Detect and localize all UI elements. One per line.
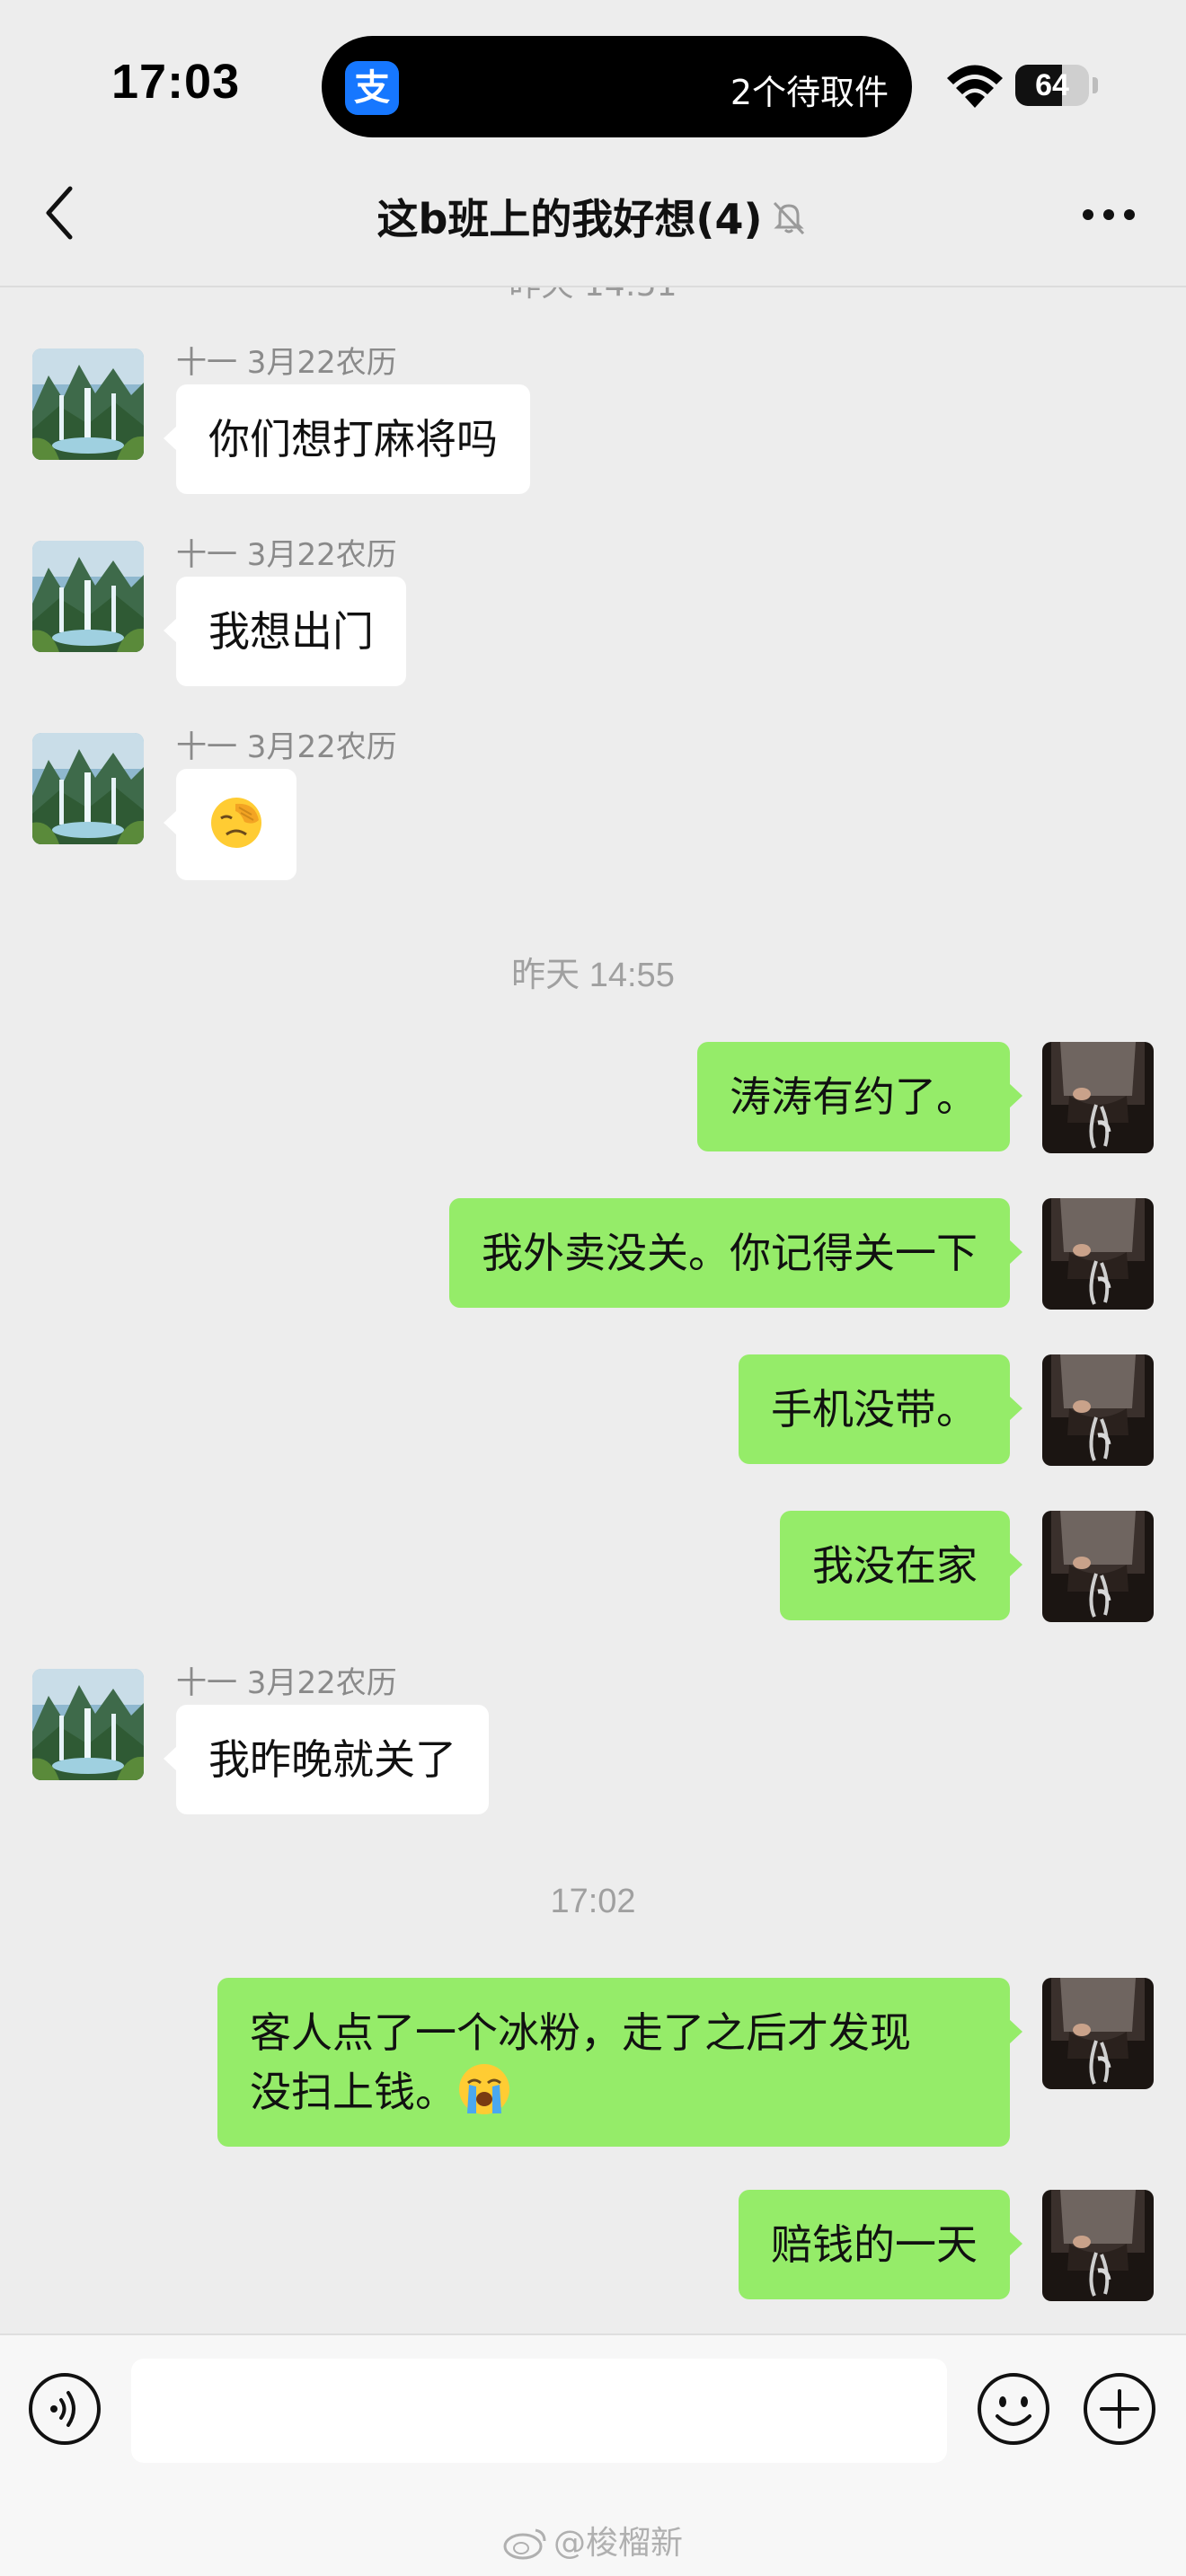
avatar[interactable] [32, 1669, 144, 1780]
battery-cap [1093, 77, 1098, 93]
smiley-icon[interactable] [976, 2371, 1051, 2447]
outgoing-message[interactable]: 涛涛有约了。 [697, 1042, 1022, 1151]
avatar[interactable] [1042, 2190, 1154, 2301]
outgoing-message[interactable]: 手机没带。 [739, 1354, 1022, 1464]
battery-percent: 64 [1035, 68, 1069, 102]
avatar[interactable] [32, 348, 144, 460]
message-line-text: 没扫上钱。 [250, 2068, 456, 2116]
avatar[interactable] [1042, 1354, 1154, 1466]
sender-name: 十一 3月22农历 [176, 537, 397, 573]
input-bar: @梭榴新 [0, 2333, 1186, 2576]
ellipsis-icon[interactable] [1082, 208, 1136, 221]
outgoing-message[interactable]: 我没在家 [780, 1511, 1022, 1620]
bell-slash-icon [774, 201, 805, 235]
avatar[interactable] [32, 541, 144, 652]
avatar[interactable] [1042, 1511, 1154, 1622]
outgoing-message[interactable]: 赔钱的一天 [739, 2190, 1022, 2299]
island-notification-text: 2个待取件 [730, 73, 889, 112]
timestamp: 昨天 14:55 [511, 957, 675, 994]
nav-bar: 这b班上的我好想(4) [0, 144, 1186, 287]
sender-name: 十一 3月22农历 [176, 345, 397, 381]
battery-icon: 64 [1015, 65, 1089, 106]
watermark: @梭榴新 [0, 2517, 1186, 2563]
voice-icon[interactable] [27, 2371, 102, 2447]
weibo-icon [503, 2528, 546, 2560]
incoming-message[interactable]: 我想出门 [164, 577, 406, 686]
avatar[interactable] [1042, 1978, 1154, 2089]
sender-name: 十一 3月22农历 [176, 729, 397, 765]
avatar[interactable] [32, 733, 144, 844]
outgoing-message[interactable]: 客人点了一个冰粉，走了之后才发现 没扫上钱。 [217, 1978, 1022, 2147]
facepalm-emoji [211, 798, 261, 848]
loudly-crying-emoji [459, 2064, 509, 2114]
timestamp: 17:02 [550, 1883, 636, 1920]
dynamic-island[interactable]: 支 2个待取件 [322, 36, 912, 137]
message-line: 客人点了一个冰粉，走了之后才发现 [250, 2008, 911, 2057]
chat-message-list[interactable]: 昨天 14:51 十一 3月22农历 你们想打麻将吗 十一 3月22农历 我想出… [0, 251, 1186, 2335]
incoming-message[interactable] [164, 769, 296, 880]
avatar[interactable] [1042, 1042, 1154, 1153]
watermark-text: @梭榴新 [553, 2525, 683, 2562]
sender-name: 十一 3月22农历 [176, 1665, 397, 1701]
status-time: 17:03 [111, 55, 241, 109]
outgoing-message[interactable]: 我外卖没关。你记得关一下 [449, 1198, 1022, 1308]
chat-title: 这b班上的我好想(4) [0, 187, 1186, 246]
plus-circle-icon[interactable] [1082, 2371, 1157, 2447]
message-line: 没扫上钱。 [250, 2061, 978, 2121]
status-bar: 17:03 支 2个待取件 64 [0, 0, 1186, 144]
alipay-icon: 支 [345, 61, 399, 115]
avatar[interactable] [1042, 1198, 1154, 1310]
message-input[interactable] [131, 2359, 947, 2463]
incoming-message[interactable]: 我昨晚就关了 [164, 1705, 489, 1814]
chat-title-text: 这b班上的我好想(4) [376, 195, 763, 243]
wifi-icon [947, 65, 1003, 108]
incoming-message[interactable]: 你们想打麻将吗 [164, 384, 530, 494]
